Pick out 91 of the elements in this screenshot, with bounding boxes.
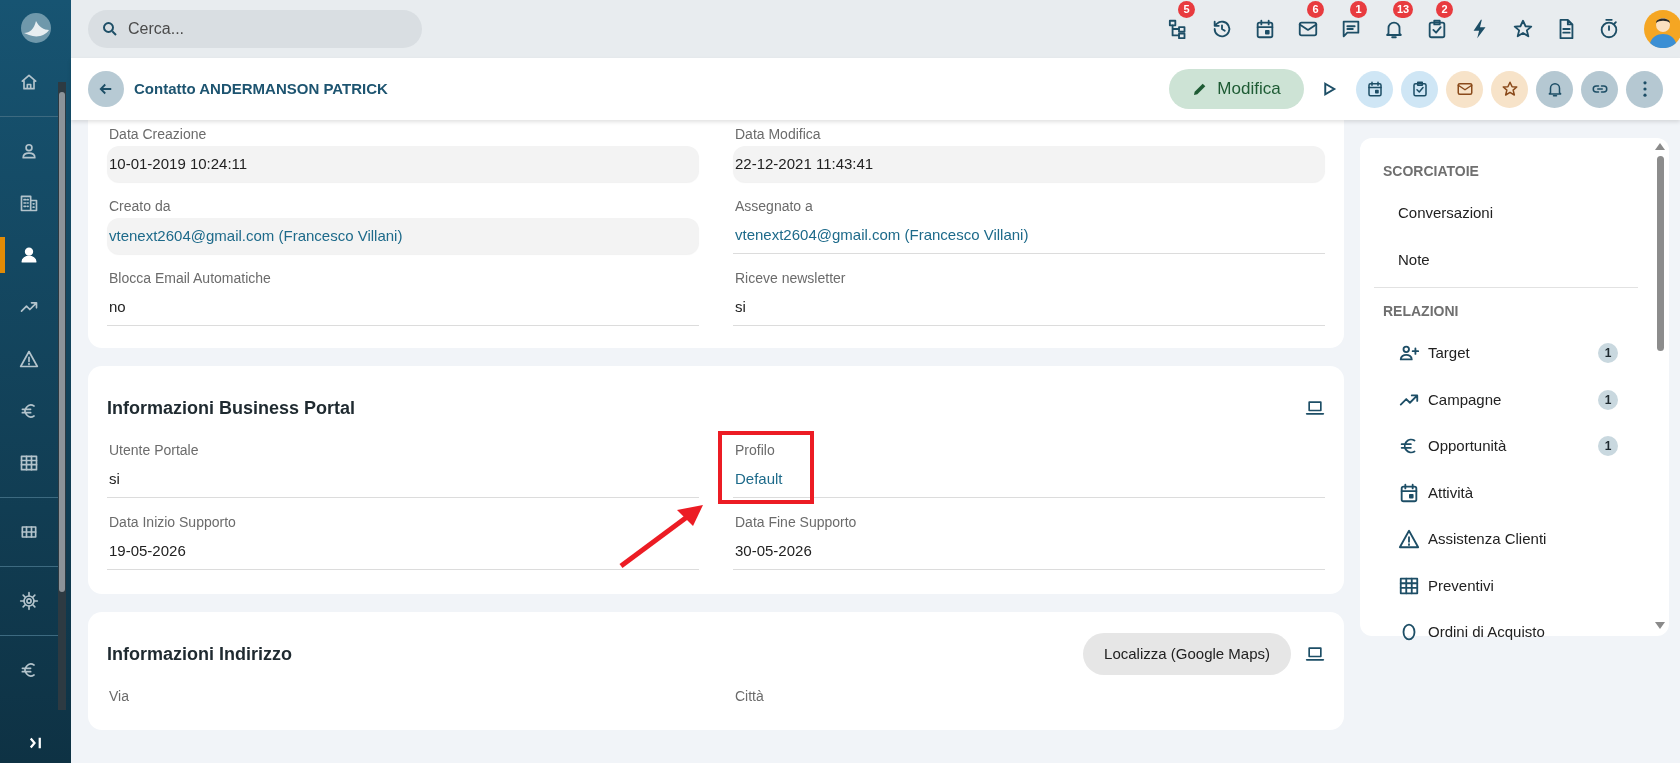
field-label: Data Modifica (734, 125, 822, 144)
action-button[interactable] (1491, 70, 1528, 108)
clipboard-check-icon (1410, 80, 1429, 98)
action-button[interactable] (1536, 70, 1573, 108)
field-label: Via (108, 687, 130, 706)
scroll-down-icon[interactable] (1655, 622, 1665, 630)
field-value: 10-01-2019 10:24:11 (107, 146, 699, 182)
scroll-up-icon[interactable] (1655, 142, 1665, 150)
count-badge: 6 (1307, 1, 1324, 18)
action-button[interactable] (1356, 70, 1393, 108)
laptop-icon[interactable] (1305, 398, 1325, 418)
clipboard-check-icon (1426, 18, 1448, 40)
section-title: Informazioni Indirizzo (107, 642, 292, 666)
field-label: Assegnato a (734, 197, 814, 216)
field-value: no (107, 290, 699, 326)
calendar-icon (1365, 80, 1384, 98)
action-button[interactable] (1581, 70, 1618, 108)
person-icon (19, 245, 39, 265)
avatar[interactable] (1644, 10, 1680, 48)
field-value: si (733, 290, 1325, 326)
building-icon (19, 193, 39, 213)
field-label: Profilo (734, 441, 776, 460)
search-field[interactable]: Cerca... (88, 10, 422, 48)
count-badge: 5 (1178, 1, 1195, 18)
search-icon (101, 20, 119, 38)
count-badge: 2 (1436, 1, 1453, 18)
scrollbar[interactable] (58, 82, 66, 710)
mail-icon (1455, 80, 1474, 98)
panel-item[interactable]: Note (1376, 236, 1638, 283)
field-label: Utente Portale (108, 441, 200, 460)
logo-icon[interactable] (18, 11, 53, 45)
toolbar-button[interactable] (1512, 18, 1534, 40)
scrollbar[interactable] (1654, 142, 1666, 630)
field-value[interactable]: Default (733, 462, 1325, 498)
field-label: Data Fine Supporto (734, 513, 858, 532)
toolbar-button[interactable] (1426, 18, 1448, 40)
warning-icon (19, 349, 39, 369)
field-value: si (107, 462, 699, 498)
panel-item[interactable]: Target 1 (1376, 330, 1638, 377)
field-label: Blocca Email Automatiche (108, 269, 272, 288)
star-icon (1512, 18, 1534, 40)
panel-item[interactable]: Attività (1376, 469, 1638, 516)
toolbar-button[interactable] (1598, 18, 1620, 40)
warning-icon (1398, 528, 1420, 551)
count-badge: 1 (1598, 389, 1618, 410)
scrollbar-thumb[interactable] (59, 92, 65, 592)
panel-item[interactable]: Ordini di Acquisto (1376, 609, 1638, 656)
more-icon (1642, 81, 1647, 97)
field-value: 19-05-2026 (107, 534, 699, 570)
record-title: Contatto ANDERMANSON PATRICK (134, 78, 388, 99)
star-icon (1500, 80, 1519, 98)
toolbar-button[interactable] (1211, 18, 1233, 40)
settings-icon (19, 591, 39, 611)
field-value[interactable]: vtenext2604@gmail.com (Francesco Villani) (107, 218, 699, 254)
toolbar-button[interactable] (1340, 18, 1362, 40)
field-value: 30-05-2026 (733, 534, 1325, 570)
person-icon (19, 141, 39, 161)
count-badge: 13 (1393, 1, 1414, 18)
history-icon (1211, 18, 1233, 40)
stopwatch-icon (1598, 18, 1620, 40)
edit-button[interactable]: Modifica (1169, 69, 1304, 109)
laptop-icon[interactable] (1305, 644, 1325, 664)
field-value: 22-12-2021 11:43:41 (733, 146, 1325, 182)
count-badge: 1 (1350, 1, 1367, 18)
scrollbar-thumb[interactable] (1656, 156, 1664, 351)
field-label: Riceve newsletter (734, 269, 847, 288)
section-title: Informazioni Business Portal (107, 396, 356, 420)
field-label: Data Creazione (108, 125, 208, 144)
home-icon (19, 72, 39, 92)
panel-item[interactable]: Conversazioni (1376, 190, 1638, 237)
field-label: Città (734, 687, 765, 706)
calendar-icon (1398, 481, 1420, 504)
chat-icon (1340, 18, 1362, 40)
back-button[interactable] (88, 71, 124, 107)
locate-button[interactable]: Localizza (Google Maps) (1083, 633, 1291, 675)
panel-item[interactable]: Assistenza Clienti (1376, 516, 1638, 563)
count-badge: 1 (1598, 436, 1618, 457)
field-label: Data Inizio Supporto (108, 513, 237, 532)
panel-item[interactable]: Opportunità 1 (1376, 423, 1638, 470)
field-label: Creato da (108, 197, 172, 216)
group-heading: RELAZIONI (1382, 301, 1460, 321)
toolbar-button[interactable] (1254, 18, 1276, 40)
count-badge: 1 (1598, 343, 1618, 364)
panel-item[interactable]: Campagne 1 (1376, 376, 1638, 423)
action-button[interactable] (1446, 70, 1483, 108)
panel-item[interactable]: Preventivi (1376, 562, 1638, 609)
action-button[interactable] (1401, 70, 1438, 108)
field-value[interactable]: vtenext2604@gmail.com (Francesco Villani) (733, 218, 1325, 254)
group-heading: SCORCIATOIE (1382, 161, 1480, 181)
table-icon (19, 453, 39, 473)
calendar-icon (1254, 18, 1276, 40)
